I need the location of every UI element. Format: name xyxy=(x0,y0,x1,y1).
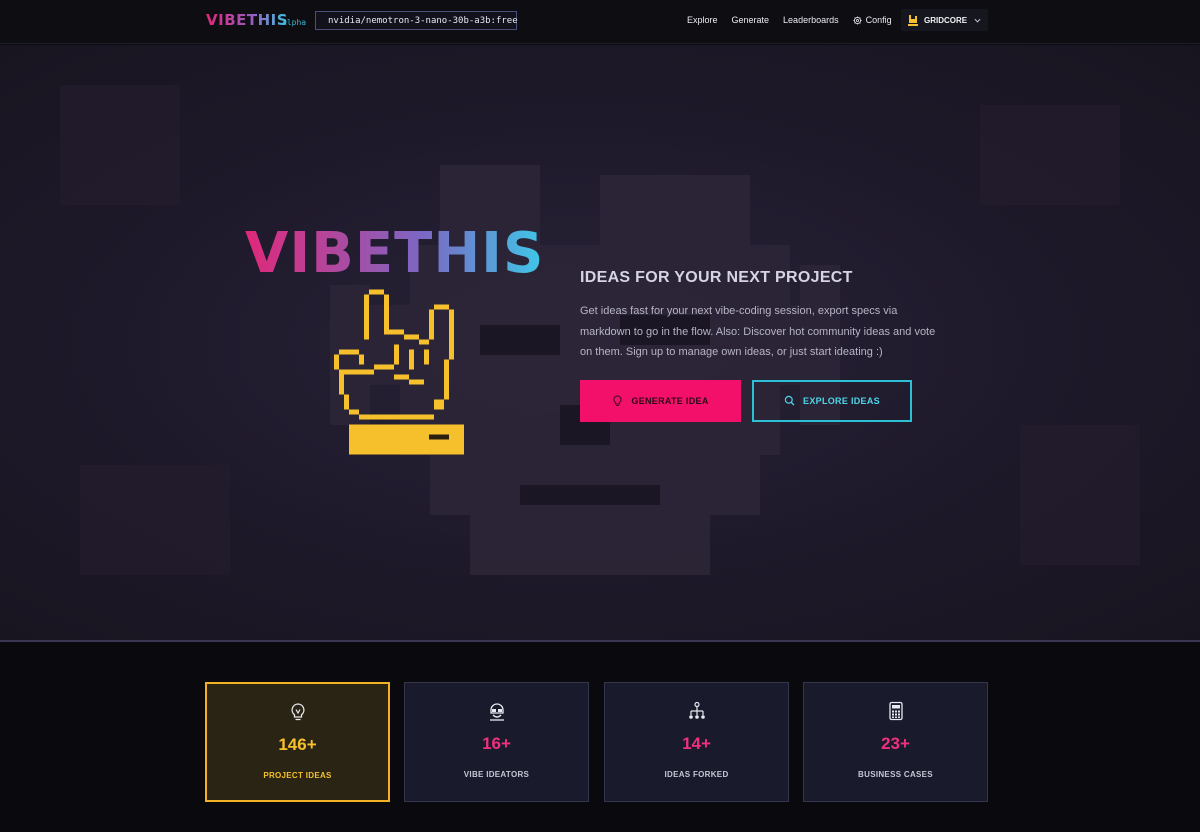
stat-label: PROJECT IDEAS xyxy=(263,771,332,780)
alpha-tag: alpha xyxy=(282,18,307,27)
nav-leaderboards[interactable]: Leaderboards xyxy=(783,15,839,25)
site-logo[interactable]: VIBETHIS xyxy=(206,11,288,29)
stat-value: 16+ xyxy=(482,734,511,753)
stat-label: VIBE IDEATORS xyxy=(463,770,530,779)
chevron-down-icon xyxy=(974,18,981,23)
model-name: nvidia/nemotron-3-nano-30b-a3b:free xyxy=(328,15,518,26)
fork-tree-icon xyxy=(688,701,705,719)
generate-idea-button[interactable]: GENERATE IDEA xyxy=(580,380,741,422)
gear-icon xyxy=(853,15,862,25)
generate-idea-label: GENERATE IDEA xyxy=(631,396,709,406)
lightbulb-icon xyxy=(613,395,622,406)
stat-card-project-ideas[interactable]: 146+ PROJECT IDEAS xyxy=(205,682,390,802)
hacker-icon xyxy=(489,703,504,721)
nav-config-label: Config xyxy=(865,15,892,25)
nav-generate[interactable]: Generate xyxy=(732,15,770,25)
hero-section: VIBETHIS IDEAS FOR YOUR NEXT PROJECT Get… xyxy=(0,45,1200,642)
stat-label: IDEAS FORKED xyxy=(664,770,729,779)
explore-ideas-button[interactable]: EXPLORE IDEAS xyxy=(752,380,912,422)
stat-card-ideas-forked[interactable]: 14+ IDEAS FORKED xyxy=(604,682,789,802)
username: GRIDCORE xyxy=(924,15,968,25)
stat-label: BUSINESS CASES xyxy=(858,770,933,779)
hero-description: Get ideas fast for your next vibe-coding… xyxy=(580,305,936,358)
user-menu-button[interactable]: GRIDCORE xyxy=(901,9,988,31)
hero-logo: VIBETHIS xyxy=(245,221,545,286)
nav-links: Explore Generate Leaderboards Config xyxy=(687,15,892,25)
stat-value: 14+ xyxy=(682,734,711,753)
top-navigation: VIBETHIS alpha nvidia/nemotron-3-nano-30… xyxy=(0,0,1200,44)
stat-card-vibe-ideators[interactable]: 16+ VIBE IDEATORS xyxy=(404,682,589,802)
stat-value: 146+ xyxy=(278,735,317,754)
stats-section: 146+ PROJECT IDEAS 16+ VIBE IDEATORS 14+… xyxy=(0,643,1200,832)
lightbulb-icon xyxy=(290,703,305,721)
model-selector[interactable]: nvidia/nemotron-3-nano-30b-a3b:free xyxy=(315,11,518,30)
stat-value: 23+ xyxy=(881,734,910,753)
nav-config[interactable]: Config xyxy=(853,15,892,25)
stat-card-business-cases[interactable]: 23+ BUSINESS CASES xyxy=(803,682,988,802)
hero-tagline: IDEAS FOR YOUR NEXT PROJECT xyxy=(580,269,853,286)
rock-hand-icon xyxy=(334,289,464,455)
calculator-icon xyxy=(888,701,903,721)
search-icon xyxy=(784,395,795,406)
rock-hand-avatar-icon xyxy=(908,14,918,26)
explore-ideas-label: EXPLORE IDEAS xyxy=(803,396,880,406)
nav-explore[interactable]: Explore xyxy=(687,15,718,25)
